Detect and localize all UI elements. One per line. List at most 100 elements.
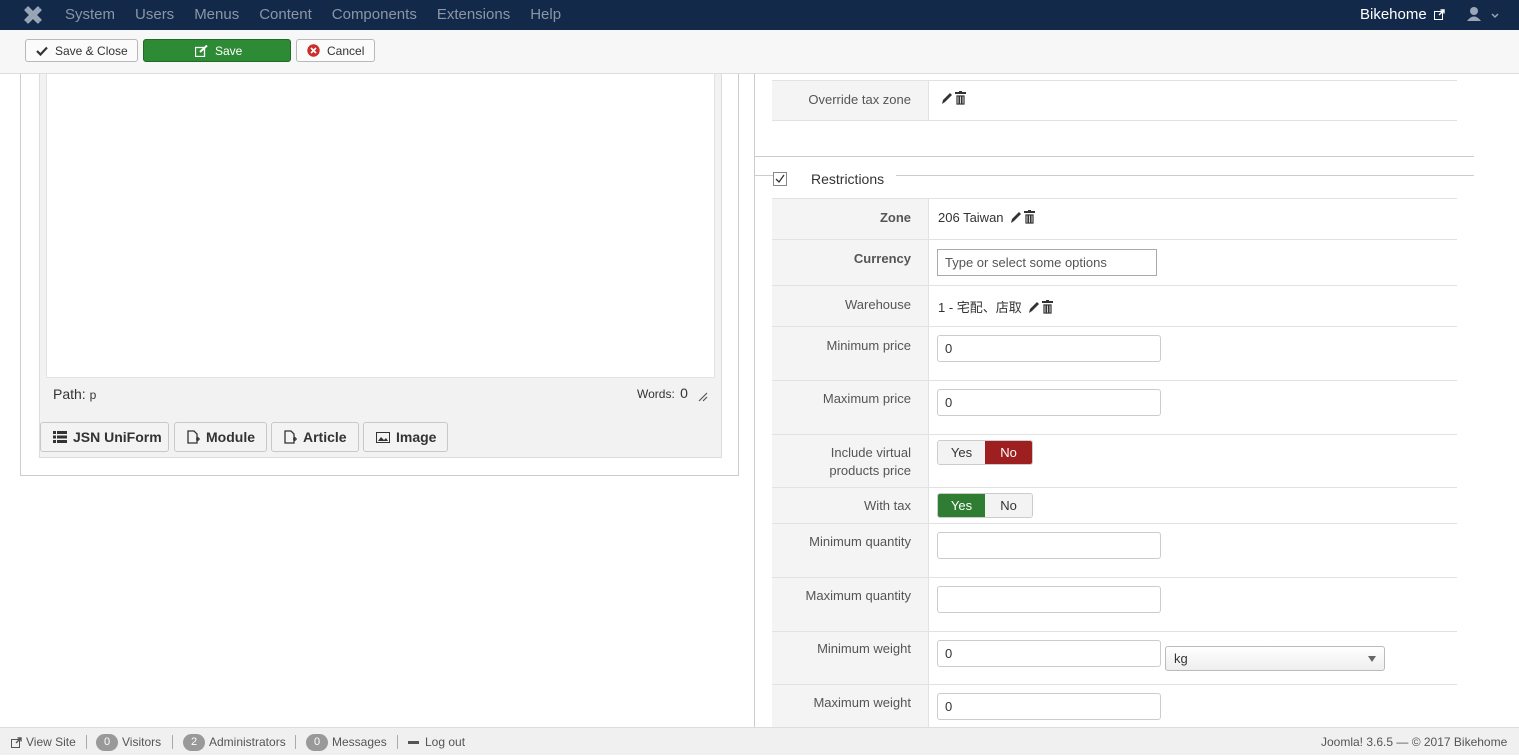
min-price-row: Minimum price 0 xyxy=(772,326,1457,380)
menu-components[interactable]: Components xyxy=(322,0,427,30)
include-virtual-toggle: Yes No xyxy=(937,440,1033,465)
pencil-icon[interactable] xyxy=(1028,300,1040,314)
save-label: Save xyxy=(215,43,243,58)
messages-status: 0 Messages xyxy=(306,728,387,756)
menu-help[interactable]: Help xyxy=(520,0,571,30)
divider xyxy=(397,735,398,749)
save-close-button[interactable]: Save & Close xyxy=(25,39,138,62)
max-qty-row: Maximum quantity xyxy=(772,577,1457,631)
path-value[interactable]: p xyxy=(90,388,97,402)
visitors-badge: 0 xyxy=(96,733,118,751)
currency-input[interactable]: Type or select some options xyxy=(937,249,1157,276)
checkmark-icon xyxy=(36,46,48,56)
module-button[interactable]: Module xyxy=(174,422,267,452)
save-close-label: Save & Close xyxy=(55,43,128,58)
cancel-icon xyxy=(307,44,320,57)
article-button[interactable]: Article xyxy=(271,422,359,452)
menu-users[interactable]: Users xyxy=(125,0,184,30)
override-tax-row: Override tax zone xyxy=(772,80,1457,121)
resize-handle-icon[interactable] xyxy=(698,392,708,402)
editor-content-area[interactable] xyxy=(46,74,715,378)
description-panel: Path: p Words: 0 JSN UniForm Module Arti… xyxy=(20,74,739,476)
checkmark-icon xyxy=(775,174,785,184)
min-price-input[interactable]: 0 xyxy=(937,335,1161,362)
zone-row: Zone 206 Taiwan xyxy=(772,198,1457,239)
min-weight-row: Minimum weight 0 kg xyxy=(772,631,1457,684)
weight-unit-select[interactable]: kg xyxy=(1165,646,1385,671)
include-virtual-row: Include virtual products price Yes No xyxy=(772,434,1457,487)
min-qty-label: Minimum quantity xyxy=(772,524,929,577)
path-label: Path: xyxy=(53,386,86,402)
external-link-icon xyxy=(1433,9,1445,20)
restrictions-checkbox[interactable] xyxy=(773,172,787,186)
words-label: Words: xyxy=(637,387,675,401)
with-tax-yes[interactable]: Yes xyxy=(938,494,985,517)
max-price-label: Maximum price xyxy=(772,381,929,434)
article-label: Article xyxy=(303,429,347,445)
save-button[interactable]: Save xyxy=(143,39,291,62)
divider xyxy=(86,735,87,749)
word-count: Words: 0 xyxy=(637,385,688,401)
warehouse-value-wrap: 1 - 宅配、店取 xyxy=(938,297,1054,316)
image-button[interactable]: Image xyxy=(363,422,448,452)
max-weight-input[interactable]: 0 xyxy=(937,693,1161,720)
copyright: Joomla! 3.6.5 — © 2017 Bikehome xyxy=(1321,735,1508,749)
with-tax-row: With tax Yes No xyxy=(772,487,1457,523)
tax-fieldset: Override tax zone xyxy=(755,74,1474,157)
status-bar: View Site 0 Visitors 2 Administrators 0 … xyxy=(0,727,1519,755)
trash-icon[interactable] xyxy=(955,91,966,105)
max-qty-label: Maximum quantity xyxy=(772,578,929,631)
logout-link[interactable]: Log out xyxy=(408,728,465,756)
max-price-input[interactable]: 0 xyxy=(937,389,1161,416)
with-tax-toggle: Yes No xyxy=(937,493,1033,518)
zone-value-wrap: 206 Taiwan xyxy=(938,210,1036,225)
module-label: Module xyxy=(206,429,255,445)
right-panel: Override tax zone Restrictions Zone 206 … xyxy=(754,74,1474,734)
editor-path: Path: p xyxy=(53,386,96,402)
zone-label: Zone xyxy=(772,199,929,239)
site-name: Bikehome xyxy=(1360,6,1427,23)
min-qty-row: Minimum quantity xyxy=(772,523,1457,577)
admins-badge: 2 xyxy=(183,733,205,751)
min-qty-input[interactable] xyxy=(937,532,1161,559)
view-site-label: View Site xyxy=(26,735,76,749)
view-site-link[interactable]: View Site xyxy=(11,728,76,756)
file-add-icon xyxy=(284,430,297,444)
include-virtual-label-line2: products price xyxy=(829,463,911,478)
min-weight-input[interactable]: 0 xyxy=(937,640,1161,667)
menu-system[interactable]: System xyxy=(55,0,125,30)
include-virtual-label-line1: Include virtual xyxy=(830,445,911,460)
trash-icon[interactable] xyxy=(1042,300,1054,314)
user-menu-icon[interactable] xyxy=(1466,6,1500,24)
file-add-icon xyxy=(187,430,200,444)
include-virtual-label: Include virtual products price xyxy=(772,435,929,487)
menu-content[interactable]: Content xyxy=(249,0,322,30)
visitors-label: Visitors xyxy=(122,735,162,749)
trash-icon[interactable] xyxy=(1024,210,1036,224)
warehouse-value: 1 - 宅配、店取 xyxy=(938,300,1022,315)
admins-status: 2 Administrators xyxy=(183,728,286,756)
cancel-button[interactable]: Cancel xyxy=(296,39,375,62)
with-tax-no[interactable]: No xyxy=(985,494,1032,517)
override-tax-label: Override tax zone xyxy=(772,81,929,120)
messages-badge: 0 xyxy=(306,733,328,751)
joomla-logo-icon[interactable] xyxy=(22,4,44,26)
jsn-uniform-label: JSN UniForm xyxy=(73,429,162,445)
include-virtual-yes[interactable]: Yes xyxy=(938,441,985,464)
picture-icon xyxy=(376,431,390,443)
jsn-uniform-button[interactable]: JSN UniForm xyxy=(40,422,169,452)
include-virtual-no[interactable]: No xyxy=(985,441,1032,464)
override-tax-actions xyxy=(938,91,966,106)
restrictions-legend: Restrictions xyxy=(773,171,897,187)
max-qty-input[interactable] xyxy=(937,586,1161,613)
minus-icon xyxy=(408,740,419,744)
pencil-icon[interactable] xyxy=(941,91,953,105)
site-link[interactable]: Bikehome xyxy=(1360,0,1445,30)
list-icon xyxy=(53,431,67,443)
toolbar: Save & Close Save Cancel xyxy=(0,30,1519,74)
chevron-down-icon xyxy=(1368,656,1376,662)
pencil-icon[interactable] xyxy=(1010,210,1022,224)
menu-extensions[interactable]: Extensions xyxy=(427,0,520,30)
menu-menus[interactable]: Menus xyxy=(184,0,249,30)
currency-row: Currency Type or select some options xyxy=(772,239,1457,285)
